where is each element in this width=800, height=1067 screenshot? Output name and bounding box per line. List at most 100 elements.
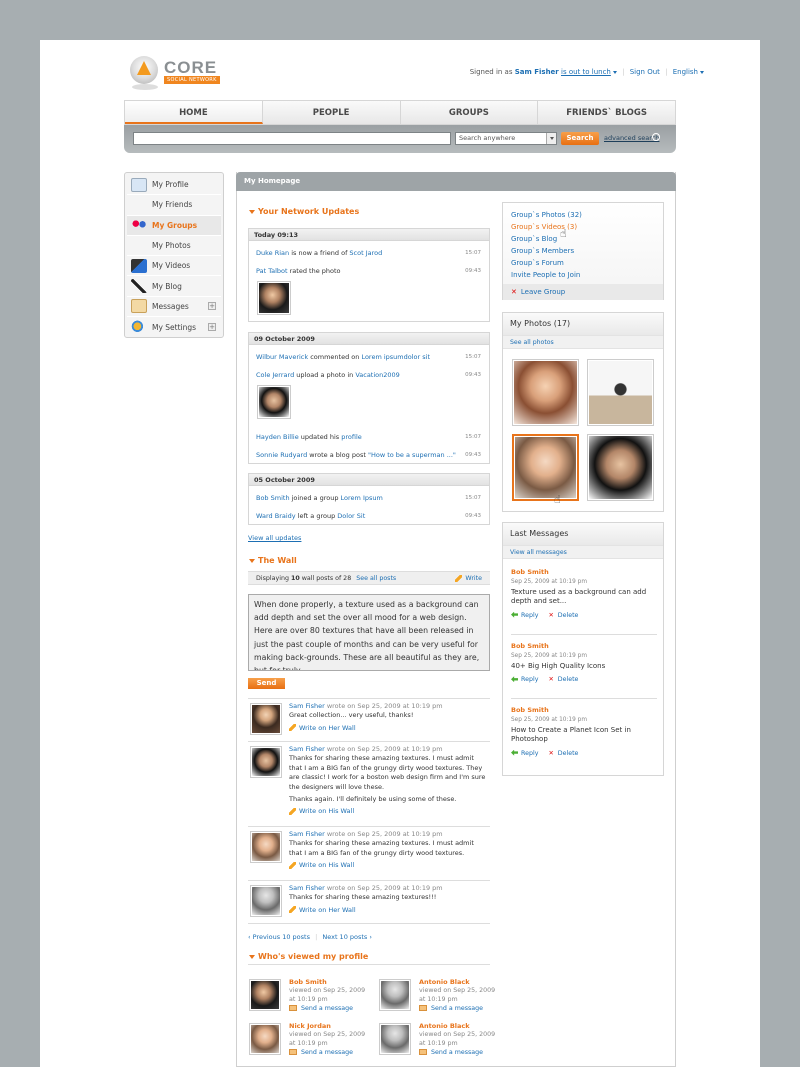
logo[interactable]: CORE SOCIAL NETWORK [130, 56, 250, 92]
sidebar-item-my-blog[interactable]: My Blog [127, 276, 221, 297]
avatar[interactable] [250, 885, 282, 917]
reply-arrow-icon [511, 749, 518, 756]
page-title: My Homepage [236, 172, 676, 191]
reply-link[interactable]: Reply [511, 676, 538, 683]
avatar[interactable] [250, 703, 282, 735]
nav-groups[interactable]: GROUPS [401, 101, 539, 124]
envelope-icon [289, 1049, 297, 1055]
updates-group-05-october: 05 October 2009 Bob Smith joined a group… [248, 473, 490, 525]
avatar[interactable] [379, 979, 411, 1011]
update-item: Duke Rian is now a friend of Scot Jarod [256, 249, 383, 257]
send-message-link[interactable]: Send a message [419, 1049, 483, 1056]
see-all-posts-link[interactable]: See all posts [356, 575, 396, 582]
photo-thumbnail[interactable] [587, 434, 654, 501]
invite-people-link[interactable]: Invite People to Join [511, 269, 655, 281]
sidebar-item-my-profile[interactable]: My Profile [127, 175, 221, 196]
nav-friends-blogs[interactable]: FRIENDS` BLOGS [538, 101, 675, 124]
reply-link[interactable]: Reply [511, 611, 538, 619]
sidebar-item-my-friends[interactable]: My Friends [127, 195, 221, 216]
view-all-updates-link[interactable]: View all updates [248, 534, 301, 542]
write-on-wall-link[interactable]: Write on Her Wall [289, 724, 487, 733]
last-messages-box: Last Messages View all messages Bob Smit… [502, 522, 664, 776]
photo-thumbnail-selected[interactable] [512, 434, 579, 501]
user-name-link[interactable]: Sam Fisher [515, 68, 559, 76]
group-forum-link[interactable]: Group`s Forum [511, 257, 655, 269]
profile-viewers-title: Who's viewed my profile [249, 952, 368, 961]
expand-settings-button[interactable]: + [208, 323, 216, 332]
nav-home[interactable]: HOME [125, 101, 263, 124]
search-button[interactable]: Search [561, 132, 599, 145]
sidebar-item-my-groups[interactable]: My Groups [127, 215, 221, 236]
group-blog-link[interactable]: Group`s Blog [511, 233, 655, 245]
uploaded-photo-thumbnail[interactable] [257, 385, 291, 419]
envelope-icon [289, 1005, 297, 1011]
close-icon: ✕ [548, 749, 554, 757]
send-button[interactable]: Send [248, 678, 285, 689]
rated-photo-thumbnail[interactable] [257, 281, 291, 315]
search-input[interactable] [133, 132, 451, 145]
update-item: Wilbur Maverick commented on Lorem ipsum… [256, 353, 430, 361]
pencil-icon [289, 807, 296, 815]
leave-group-button[interactable]: ✕ Leave Group [503, 284, 663, 300]
group-videos-link[interactable]: Group`s Videos (3) [511, 221, 655, 233]
sidebar-item-my-photos[interactable]: My Photos [127, 236, 221, 257]
chevron-down-icon [612, 70, 617, 74]
message-item: Bob Smith Sep 25, 2009 at 10:19 pm How t… [511, 706, 631, 757]
envelope-icon [419, 1049, 427, 1055]
avatar[interactable] [250, 831, 282, 863]
sidebar-item-my-settings[interactable]: My Settings + [127, 317, 221, 337]
reply-arrow-icon [511, 676, 518, 683]
photo-thumbnail[interactable] [587, 359, 654, 426]
write-on-wall-link[interactable]: Write on His Wall [289, 807, 487, 816]
write-on-wall-link[interactable]: Write on His Wall [289, 861, 487, 870]
write-link[interactable]: Write [455, 572, 482, 585]
nav-people[interactable]: PEOPLE [263, 101, 401, 124]
previous-posts-link[interactable]: ‹ Previous 10 posts [248, 933, 310, 941]
wall-summary-bar: Displaying 10 wall posts of 28 See all p… [248, 571, 490, 585]
expand-messages-button[interactable]: + [208, 302, 216, 311]
view-all-messages-link[interactable]: View all messages [503, 545, 663, 559]
message-item: Bob Smith Sep 25, 2009 at 10:19 pm 40+ B… [511, 642, 606, 684]
my-photos-box: My Photos (17) See all photos ☝ [502, 312, 664, 512]
hand-cursor-icon: ☝ [554, 493, 561, 506]
envelope-icon [419, 1005, 427, 1011]
envelope-icon [131, 299, 147, 314]
group-icon [131, 218, 147, 233]
see-all-photos-link[interactable]: See all photos [503, 335, 663, 349]
profile-viewer: Antonio Black viewed on Sep 25, 2009 at … [379, 1022, 499, 1063]
avatar[interactable] [249, 979, 281, 1011]
last-messages-title: Last Messages [503, 523, 663, 545]
wall-pager: ‹ Previous 10 posts | Next 10 posts › [248, 933, 372, 941]
gears-icon [131, 320, 147, 335]
user-bar: Signed in as Sam Fisher is out to lunch … [470, 68, 704, 76]
status-dropdown[interactable]: is out to lunch [561, 68, 617, 76]
search-scope-select[interactable]: Search anywhere [455, 132, 557, 145]
delete-link[interactable]: ✕ Delete [548, 750, 578, 757]
send-message-link[interactable]: Send a message [419, 1005, 483, 1012]
close-icon: ✕ [548, 676, 554, 684]
photo-thumbnail[interactable] [512, 359, 579, 426]
quill-icon [131, 279, 147, 294]
language-dropdown[interactable]: English [673, 68, 704, 76]
logo-name: CORE [164, 58, 218, 77]
pencil-icon [289, 861, 296, 869]
next-posts-link[interactable]: Next 10 posts › [322, 933, 372, 941]
photos-icon [131, 239, 147, 253]
reply-link[interactable]: Reply [511, 749, 538, 757]
delete-link[interactable]: ✕ Delete [548, 676, 578, 683]
avatar[interactable] [249, 1023, 281, 1055]
wall-post: Sam Fisher wrote on Sep 25, 2009 at 10:1… [248, 741, 490, 826]
send-message-link[interactable]: Send a message [289, 1049, 353, 1056]
sidebar-item-my-videos[interactable]: My Videos [127, 256, 221, 277]
sign-out-link[interactable]: Sign Out [630, 68, 660, 76]
delete-link[interactable]: ✕ Delete [548, 612, 578, 619]
write-on-wall-link[interactable]: Write on Her Wall [289, 906, 487, 915]
avatar[interactable] [250, 746, 282, 778]
group-photos-link[interactable]: Group`s Photos (32) [511, 209, 655, 221]
send-message-link[interactable]: Send a message [289, 1005, 353, 1012]
sidebar-item-messages[interactable]: Messages + [127, 297, 221, 318]
avatar[interactable] [379, 1023, 411, 1055]
wall-post: Sam Fisher wrote on Sep 25, 2009 at 10:1… [248, 826, 490, 880]
wall-post-textarea[interactable]: When done properly, a texture used as a … [248, 594, 490, 671]
group-members-link[interactable]: Group`s Members [511, 245, 655, 257]
